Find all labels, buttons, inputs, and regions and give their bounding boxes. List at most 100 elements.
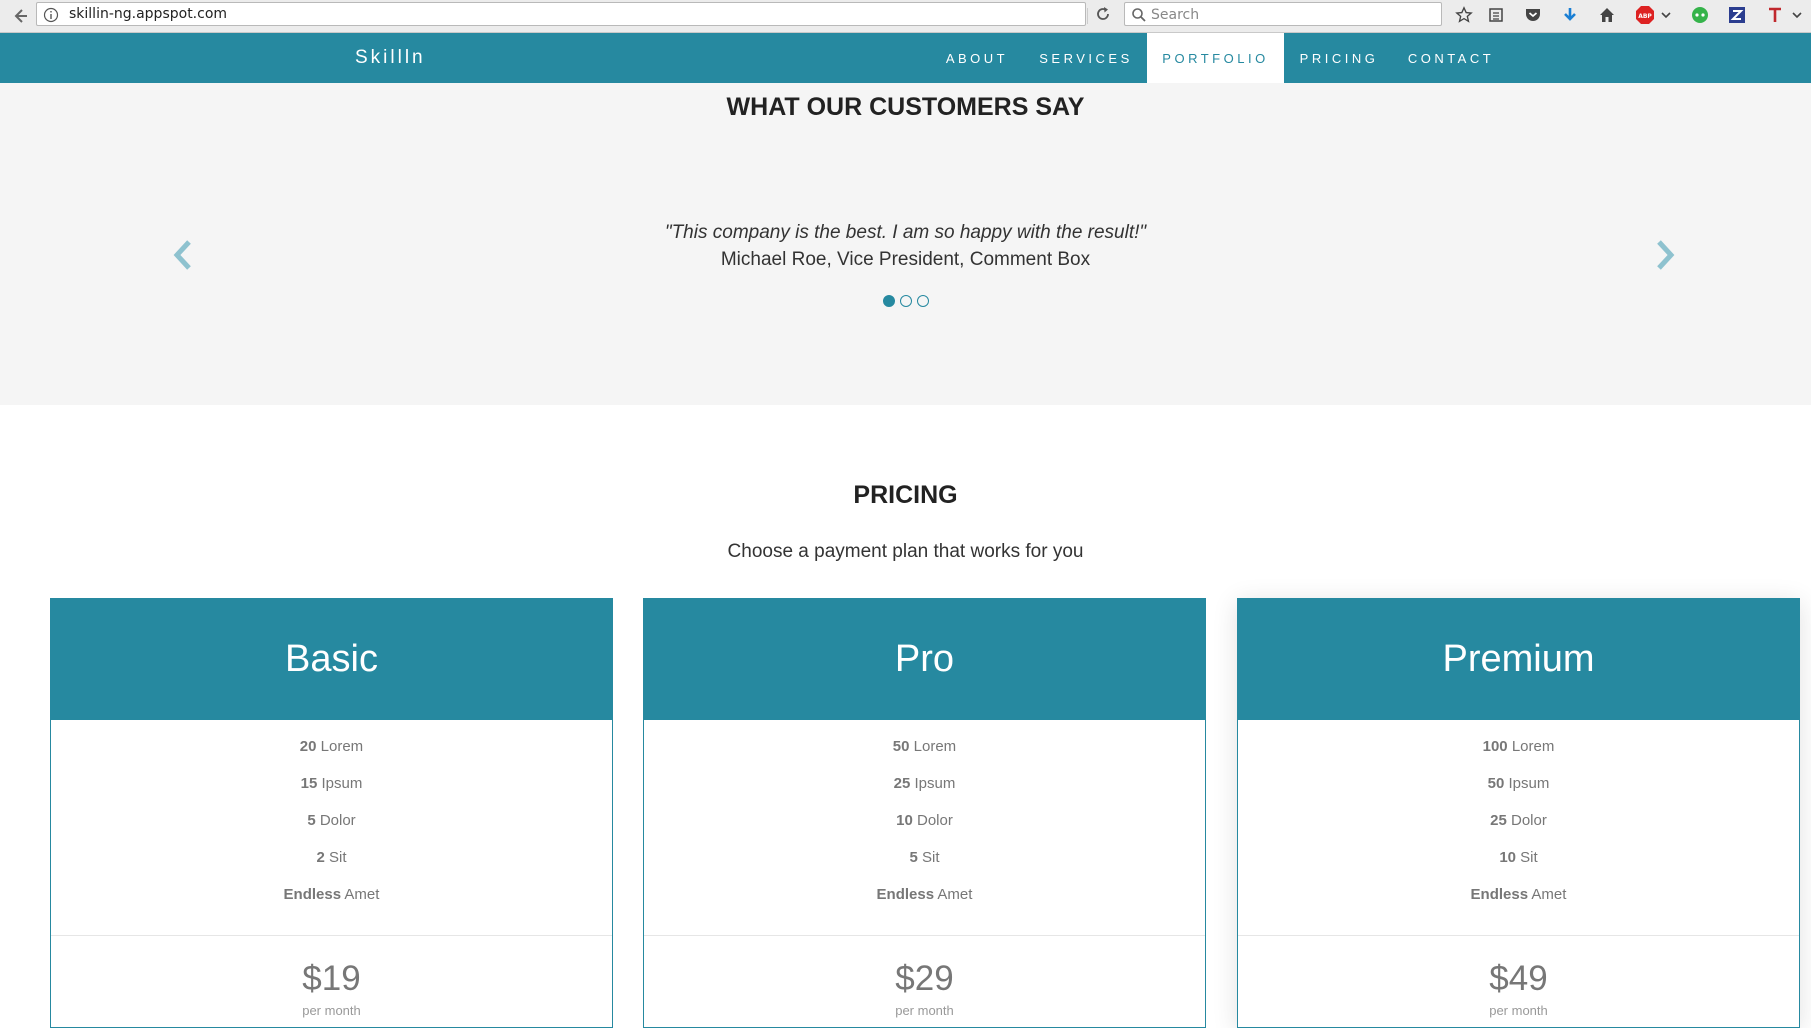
search-icon bbox=[1131, 7, 1147, 23]
search-placeholder: Search bbox=[1151, 7, 1200, 23]
carousel-dot[interactable] bbox=[916, 295, 929, 307]
feature-label: Dolor bbox=[319, 812, 356, 829]
feature-qty: Endless bbox=[876, 886, 935, 903]
feature-qty: 5 bbox=[307, 812, 316, 829]
carousel-dot[interactable] bbox=[882, 295, 895, 307]
carousel-dot[interactable] bbox=[899, 295, 912, 307]
nav-item-about[interactable]: ABOUT bbox=[932, 33, 1022, 83]
feature-item: 50 Ipsum bbox=[1238, 774, 1799, 811]
feature-label: Lorem bbox=[1511, 738, 1555, 755]
plan-price: $29 bbox=[895, 959, 954, 998]
price-period: per month bbox=[302, 1003, 361, 1018]
browser-toolbar: skillin-ng.appspot.com Search ABP bbox=[0, 0, 1811, 33]
search-input[interactable]: Search bbox=[1124, 2, 1442, 26]
feature-qty: 50 bbox=[1487, 775, 1505, 792]
feature-label: Dolor bbox=[1511, 812, 1547, 829]
feature-qty: 20 bbox=[299, 738, 317, 755]
price-period: per month bbox=[895, 1003, 954, 1018]
adblock-icon[interactable]: ABP bbox=[1634, 4, 1656, 26]
plan-name: Premium bbox=[1238, 599, 1799, 720]
feature-list: 50 Lorem 25 Ipsum 10 Dolor 5 Sit Endless… bbox=[644, 720, 1205, 922]
feature-qty: 10 bbox=[896, 812, 913, 829]
pricing-card-pro: Pro 50 Lorem 25 Ipsum 10 Dolor 5 Sit End… bbox=[643, 598, 1206, 1028]
home-icon[interactable] bbox=[1596, 4, 1618, 26]
feature-label: Ipsum bbox=[321, 775, 363, 792]
feature-item: 25 Ipsum bbox=[644, 774, 1205, 811]
info-icon[interactable] bbox=[43, 7, 59, 23]
feature-item: Endless Amet bbox=[51, 885, 612, 922]
feature-item: 25 Dolor bbox=[1238, 811, 1799, 848]
url-text[interactable]: skillin-ng.appspot.com bbox=[69, 6, 227, 22]
feature-qty: Endless bbox=[1470, 886, 1529, 903]
feature-label: Sit bbox=[1520, 849, 1538, 866]
feature-label: Dolor bbox=[917, 812, 953, 829]
nav-item-contact[interactable]: CONTACT bbox=[1400, 33, 1502, 83]
testimonial-author: Michael Roe, Vice President, Comment Box bbox=[720, 249, 1091, 270]
feature-item: 5 Dolor bbox=[51, 811, 612, 848]
pocket-icon[interactable] bbox=[1522, 4, 1544, 26]
feature-item: Endless Amet bbox=[1238, 885, 1799, 922]
feature-list: 20 Lorem 15 Ipsum 5 Dolor 2 Sit Endless … bbox=[51, 720, 612, 922]
feature-qty: 25 bbox=[1490, 812, 1507, 829]
svg-text:ABP: ABP bbox=[1638, 13, 1652, 20]
reload-icon[interactable] bbox=[1094, 5, 1114, 25]
feature-qty: 25 bbox=[893, 775, 911, 792]
url-divider bbox=[1087, 8, 1088, 24]
feature-item: Endless Amet bbox=[644, 885, 1205, 922]
feature-item: 2 Sit bbox=[51, 848, 612, 885]
feature-label: Amet bbox=[344, 886, 380, 903]
feature-qty: 50 bbox=[892, 738, 910, 755]
back-arrow-icon[interactable] bbox=[8, 5, 32, 27]
chat-extension-icon[interactable] bbox=[1689, 4, 1711, 26]
divider bbox=[1238, 935, 1799, 936]
feature-label: Amet bbox=[937, 886, 973, 903]
reading-list-icon[interactable] bbox=[1485, 4, 1507, 26]
url-bar[interactable]: skillin-ng.appspot.com bbox=[36, 2, 1088, 26]
feature-label: Sit bbox=[922, 849, 940, 866]
feature-label: Lorem bbox=[320, 738, 364, 755]
feature-label: Ipsum bbox=[1508, 775, 1550, 792]
pricing-subtitle: Choose a payment plan that works for you bbox=[727, 541, 1084, 562]
feature-list: 100 Lorem 50 Ipsum 25 Dolor 10 Sit Endle… bbox=[1238, 720, 1799, 922]
feature-qty: 10 bbox=[1499, 849, 1516, 866]
feature-item: 50 Lorem bbox=[644, 737, 1205, 774]
feature-label: Amet bbox=[1531, 886, 1567, 903]
testimonial-quote: "This company is the best. I am so happy… bbox=[664, 222, 1147, 243]
feature-qty: Endless bbox=[283, 886, 342, 903]
brand-logo[interactable]: Skillln bbox=[355, 47, 426, 69]
nav-item-portfolio[interactable]: PORTFOLIO bbox=[1147, 33, 1284, 83]
carousel-indicators bbox=[0, 295, 1811, 307]
chevron-down-icon[interactable] bbox=[1790, 4, 1804, 26]
feature-item: 5 Sit bbox=[644, 848, 1205, 885]
feature-qty: 100 bbox=[1482, 738, 1508, 755]
feature-label: Sit bbox=[329, 849, 347, 866]
feature-label: Lorem bbox=[913, 738, 957, 755]
testimonials-section: WHAT OUR CUSTOMERS SAY "This company is … bbox=[0, 83, 1811, 405]
bookmark-star-icon[interactable] bbox=[1453, 4, 1475, 26]
site-navbar: Skillln ABOUT SERVICES PORTFOLIO PRICING… bbox=[0, 33, 1811, 83]
feature-qty: 2 bbox=[316, 849, 325, 866]
zotero-icon[interactable] bbox=[1726, 4, 1748, 26]
section-title-pricing: PRICING bbox=[853, 481, 958, 509]
plan-price: $19 bbox=[302, 959, 361, 998]
feature-label: Ipsum bbox=[914, 775, 956, 792]
section-title-testimonials: WHAT OUR CUSTOMERS SAY bbox=[726, 93, 1085, 121]
feature-item: 10 Sit bbox=[1238, 848, 1799, 885]
chevron-down-icon[interactable] bbox=[1660, 4, 1672, 26]
price-period: per month bbox=[1489, 1003, 1548, 1018]
plan-name: Pro bbox=[644, 599, 1205, 720]
pricing-card-basic: Basic 20 Lorem 15 Ipsum 5 Dolor 2 Sit En… bbox=[50, 598, 613, 1028]
feature-item: 10 Dolor bbox=[644, 811, 1205, 848]
nav-item-services[interactable]: SERVICES bbox=[1030, 33, 1142, 83]
divider bbox=[644, 935, 1205, 936]
feature-qty: 15 bbox=[300, 775, 318, 792]
pricing-card-premium: Premium 100 Lorem 50 Ipsum 25 Dolor 10 S… bbox=[1237, 598, 1800, 1028]
nav-item-pricing[interactable]: PRICING bbox=[1289, 33, 1389, 83]
feature-item: 20 Lorem bbox=[51, 737, 612, 774]
feature-item: 100 Lorem bbox=[1238, 737, 1799, 774]
download-icon[interactable] bbox=[1559, 4, 1581, 26]
feature-qty: 5 bbox=[909, 849, 918, 866]
plan-price: $49 bbox=[1489, 959, 1548, 998]
feature-item: 15 Ipsum bbox=[51, 774, 612, 811]
t-extension-icon[interactable] bbox=[1764, 4, 1786, 26]
